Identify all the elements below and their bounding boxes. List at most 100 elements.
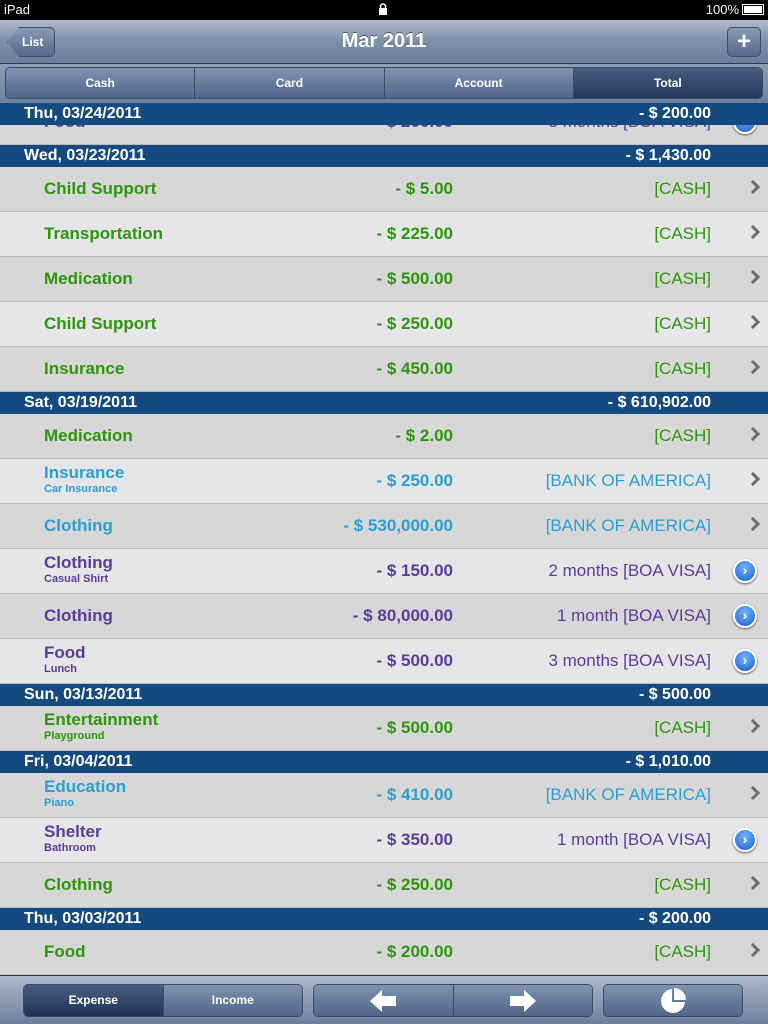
- transaction-row[interactable]: Insurance - $ 450.00 [CASH]: [0, 347, 768, 392]
- section-header: Sun, 03/13/2011 - $ 500.00: [0, 684, 768, 706]
- bottom-toolbar: Expense Income: [0, 975, 768, 1024]
- transaction-row[interactable]: Clothing - $ 250.00 [CASH]: [0, 863, 768, 908]
- section-total: - $ 500.00: [638, 686, 711, 703]
- chevron-right-icon: [745, 516, 761, 532]
- chart-button[interactable]: [604, 985, 742, 1016]
- transaction-row[interactable]: Child Support - $ 5.00 [CASH]: [0, 167, 768, 212]
- section-header: Sat, 03/19/2011 - $ 610,902.00: [0, 392, 768, 414]
- category-label: Medication: [44, 426, 133, 445]
- amount-label: - $ 500.00: [376, 269, 453, 288]
- amount-label: - $ 530,000.00: [343, 516, 453, 535]
- category-label: Entertainment: [44, 710, 159, 729]
- section-total: - $ 200.00: [638, 105, 711, 122]
- page-title: Mar 2011: [341, 30, 427, 52]
- section-total: - $ 610,902.00: [607, 394, 711, 411]
- filter-tabs-bar: Cash Card Account Total: [0, 64, 768, 104]
- category-label: Food: [44, 942, 86, 961]
- tab-card[interactable]: Card: [195, 68, 385, 98]
- tab-total[interactable]: Total: [573, 68, 762, 98]
- transaction-row[interactable]: Child Support - $ 250.00 [CASH]: [0, 302, 768, 347]
- category-label: Clothing: [44, 516, 113, 535]
- battery-percent: 100%: [705, 2, 739, 17]
- chevron-right-icon: [745, 471, 761, 487]
- category-label: Child Support: [44, 314, 157, 333]
- section-header: Fri, 03/04/2011 - $ 1,010.00: [0, 751, 768, 773]
- transaction-row[interactable]: Clothing Casual Shirt - $ 150.00 2 months […: [0, 549, 768, 594]
- chevron-right-icon: [745, 359, 761, 375]
- account-label: [CASH]: [654, 875, 711, 894]
- account-label: [CASH]: [654, 942, 711, 961]
- detail-disclosure-icon[interactable]: ›: [733, 604, 757, 628]
- battery-icon: [742, 4, 764, 15]
- transaction-row[interactable]: Insurance Car Insurance - $ 250.00 [BANK OF…: [0, 459, 768, 504]
- tab-cash[interactable]: Cash: [6, 68, 196, 98]
- left-arrow-icon: [370, 989, 397, 1012]
- note-label: Car Insurance: [44, 483, 118, 495]
- note-label: Playground: [44, 730, 105, 742]
- transaction-row[interactable]: Clothing - $ 80,000.00 1 month [BOA VISA] ›: [0, 594, 768, 639]
- transaction-row[interactable]: Shelter Bathroom - $ 350.00 1 month [BOA VI…: [0, 818, 768, 863]
- account-label: [CASH]: [654, 426, 711, 445]
- account-label: [CASH]: [654, 224, 711, 243]
- tab-account[interactable]: Account: [384, 68, 574, 98]
- detail-disclosure-icon[interactable]: ›: [733, 559, 757, 583]
- income-tab[interactable]: Income: [163, 985, 302, 1016]
- navigation-bar: List Mar 2011 +: [0, 20, 768, 64]
- section-date: Thu, 03/24/2011: [24, 105, 142, 122]
- account-label: [CASH]: [654, 314, 711, 333]
- amount-label: - $ 80,000.00: [352, 606, 453, 625]
- account-label: [BANK OF AMERICA]: [545, 785, 711, 804]
- amount-label: - $ 225.00: [376, 224, 453, 243]
- chevron-right-icon: [745, 224, 761, 240]
- transaction-row[interactable]: Transportation - $ 225.00 [CASH]: [0, 212, 768, 257]
- section-header: Thu, 03/24/2011 - $ 200.00: [0, 103, 768, 125]
- category-label: Medication: [44, 269, 133, 288]
- next-month-button[interactable]: [453, 985, 592, 1016]
- section-total: - $ 1,010.00: [625, 753, 711, 770]
- chevron-right-icon: [745, 426, 761, 442]
- detail-disclosure-icon[interactable]: ›: [733, 649, 757, 673]
- section-date: Wed, 03/23/2011: [24, 147, 146, 164]
- chart-segment: [603, 984, 743, 1017]
- section-date: Thu, 03/03/2011: [24, 910, 142, 927]
- detail-disclosure-icon[interactable]: ›: [733, 828, 757, 852]
- section-header: Thu, 03/03/2011 - $ 200.00: [0, 908, 768, 930]
- expense-tab[interactable]: Expense: [24, 985, 164, 1016]
- note-label: Bathroom: [44, 842, 96, 854]
- status-bar: iPad 100%: [0, 0, 768, 20]
- section-date: Sun, 03/13/2011: [24, 686, 143, 703]
- chevron-right-icon: [745, 179, 761, 195]
- chevron-right-icon: [745, 718, 761, 734]
- carrier-label: iPad: [4, 2, 31, 17]
- account-label: [BANK OF AMERICA]: [545, 471, 711, 490]
- account-label: [CASH]: [654, 269, 711, 288]
- section-total: - $ 1,430.00: [625, 147, 711, 164]
- amount-label: - $ 2.00: [395, 426, 453, 445]
- previous-month-button[interactable]: [314, 985, 454, 1016]
- category-label: Shelter: [44, 822, 102, 841]
- transaction-row[interactable]: Medication - $ 2.00 [CASH]: [0, 414, 768, 459]
- category-label: Insurance: [44, 359, 125, 378]
- account-label: 1 month [BOA VISA]: [556, 606, 711, 625]
- section-date: Sat, 03/19/2011: [24, 394, 137, 411]
- transaction-list[interactable]: Thu, 03/24/2011 - $ 200.00 Food - $ 200.0…: [0, 103, 768, 975]
- amount-label: - $ 500.00: [376, 718, 453, 737]
- amount-label: - $ 410.00: [376, 785, 453, 804]
- chevron-right-icon: [745, 785, 761, 801]
- amount-label: - $ 450.00: [376, 359, 453, 378]
- transaction-row[interactable]: Food Lunch - $ 500.00 3 months [BOA VISA] ›: [0, 639, 768, 684]
- right-arrow-icon: [509, 989, 536, 1012]
- add-button[interactable]: +: [727, 27, 761, 57]
- transaction-row[interactable]: Entertainment Playground - $ 500.00 [CASH]: [0, 706, 768, 751]
- amount-label: - $ 250.00: [376, 314, 453, 333]
- transaction-row[interactable]: Education Piano - $ 410.00 [BANK OF AMERICA…: [0, 773, 768, 818]
- transaction-row[interactable]: Food - $ 200.00 [CASH]: [0, 930, 768, 975]
- transaction-row[interactable]: Medication - $ 500.00 [CASH]: [0, 257, 768, 302]
- month-navigation: [313, 984, 593, 1017]
- amount-label: - $ 250.00: [376, 875, 453, 894]
- category-label: Clothing: [44, 553, 113, 572]
- category-label: Insurance: [44, 463, 125, 482]
- transaction-row[interactable]: Clothing - $ 530,000.00 [BANK OF AMERICA]: [0, 504, 768, 549]
- amount-label: - $ 5.00: [395, 179, 453, 198]
- section-date: Fri, 03/04/2011: [24, 753, 133, 770]
